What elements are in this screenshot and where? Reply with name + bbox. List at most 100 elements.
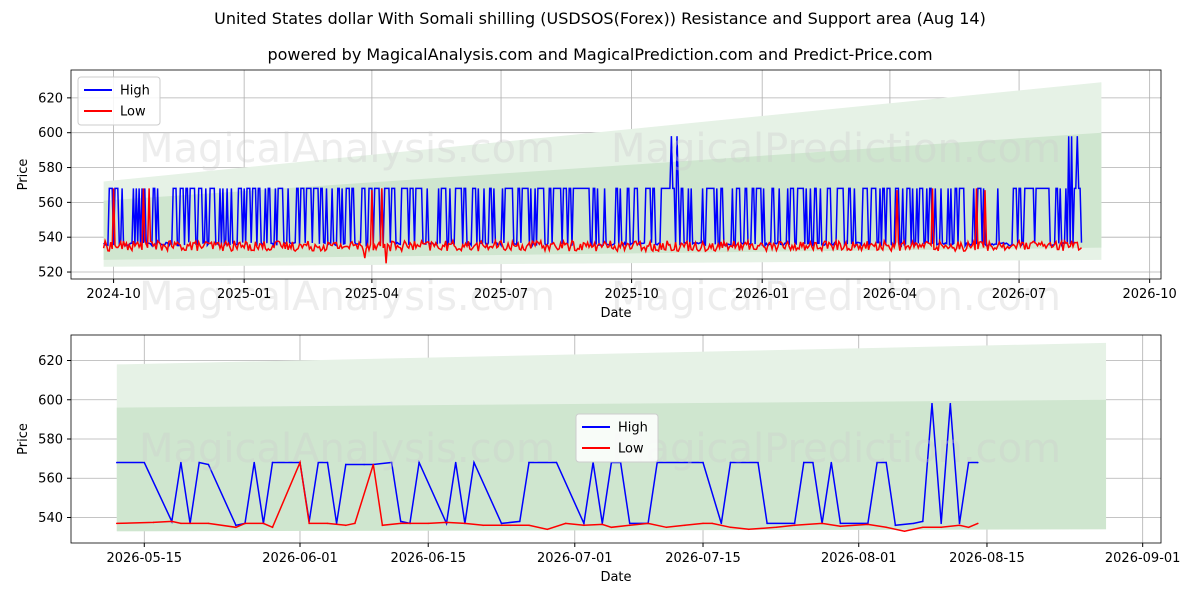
x-tick-label: 2026-10 (1122, 287, 1176, 302)
y-tick-label: 540 (38, 511, 63, 526)
data-point (381, 524, 384, 527)
data-point (977, 522, 979, 525)
data-point (839, 522, 842, 525)
data-point (647, 522, 649, 525)
data-point (601, 523, 604, 526)
data-point (399, 520, 402, 523)
data-point (546, 528, 549, 531)
data-point (885, 526, 888, 529)
y-axis-label: Price (16, 423, 31, 455)
x-axis-label: Date (600, 570, 631, 585)
legend: High Low (575, 413, 659, 463)
data-point (244, 522, 246, 525)
x-tick-label: 2026-01 (735, 287, 789, 302)
data-point (509, 524, 512, 527)
x-tick-label: 2026-06-01 (262, 551, 338, 566)
data-point (729, 526, 732, 529)
chart-panel-2: MagicalAnalysis.com MagicalPrediction.com… (16, 334, 1181, 585)
data-point (555, 461, 558, 464)
data-point (949, 402, 952, 405)
data-point (170, 520, 173, 523)
y-tick-label: 560 (38, 196, 63, 211)
data-point (793, 522, 796, 525)
y-tick-label: 620 (38, 91, 63, 106)
data-point (894, 524, 897, 527)
x-tick-label: 2026-09-01 (1105, 551, 1181, 566)
data-point (115, 461, 118, 464)
x-tick-label: 2024-10 (86, 287, 140, 302)
x-tick-label: 2025-07 (474, 287, 528, 302)
data-point (464, 522, 466, 525)
watermark-text: MagicalAnalysis.com (139, 426, 555, 472)
data-point (564, 522, 567, 525)
data-point (115, 522, 118, 525)
y-tick-label: 560 (38, 472, 63, 487)
x-tick-label: 2025-04 (345, 287, 399, 302)
data-point (583, 522, 585, 525)
legend: High Low (77, 76, 161, 126)
data-point (940, 526, 942, 529)
data-point (519, 520, 521, 523)
data-point (683, 524, 686, 527)
data-point (628, 524, 631, 527)
data-point (235, 524, 237, 527)
y-tick-label: 580 (38, 161, 63, 176)
data-point (665, 526, 668, 529)
data-point (958, 524, 961, 527)
data-point (793, 524, 796, 527)
chart-canvas: MagicalAnalysis.com MagicalPrediction.com… (16, 69, 1181, 585)
data-point (628, 522, 631, 525)
data-point (903, 530, 906, 533)
plot-area (102, 82, 1102, 267)
watermark-text: MagicalAnalysis.com (139, 126, 555, 172)
data-point (308, 522, 310, 525)
data-point (610, 526, 613, 529)
data-point (500, 522, 503, 525)
data-point (821, 522, 823, 525)
x-tick-label: 2026-04 (863, 287, 917, 302)
x-tick-label: 2026-05-15 (106, 551, 182, 566)
data-point (399, 522, 402, 525)
data-point (262, 522, 265, 525)
data-point (766, 522, 768, 525)
y-tick-label: 620 (38, 354, 63, 369)
data-point (271, 526, 274, 529)
legend-label-high: High (120, 84, 150, 99)
y-tick-label: 520 (38, 266, 63, 281)
data-point (326, 522, 329, 525)
data-point (528, 524, 530, 527)
data-point (940, 522, 942, 525)
data-point (152, 521, 155, 524)
data-point (912, 522, 915, 525)
y-tick-label: 600 (38, 126, 63, 141)
data-point (720, 522, 723, 525)
data-point (702, 522, 704, 525)
data-point (839, 525, 842, 528)
data-point (775, 526, 778, 529)
data-point (958, 522, 961, 525)
data-point (427, 522, 430, 525)
data-point (445, 521, 448, 524)
x-axis-label: Date (600, 306, 631, 321)
x-tick-label: 2025-01 (217, 287, 271, 302)
watermark-text: MagicalPrediction.com (611, 426, 1061, 472)
data-point (922, 520, 924, 523)
legend-label-low: Low (618, 442, 644, 457)
data-point (482, 524, 484, 527)
data-point (344, 524, 347, 527)
y-tick-label: 600 (38, 393, 63, 408)
watermark-text: MagicalPrediction.com (611, 126, 1061, 172)
y-tick-label: 540 (38, 231, 63, 246)
x-tick-label: 2026-07-01 (537, 551, 613, 566)
data-point (711, 522, 713, 525)
chart-panel-1: MagicalAnalysis.com MagicalPrediction.com… (16, 69, 1177, 321)
x-tick-label: 2026-07 (992, 287, 1046, 302)
data-point (235, 526, 237, 529)
x-tick-label: 2025-10 (604, 287, 658, 302)
x-tick-label: 2026-06-15 (390, 551, 466, 566)
legend-label-high: High (618, 421, 648, 436)
data-point (748, 528, 750, 531)
data-point (922, 526, 924, 529)
data-point (967, 526, 970, 529)
x-tick-label: 2026-07-15 (665, 551, 741, 566)
